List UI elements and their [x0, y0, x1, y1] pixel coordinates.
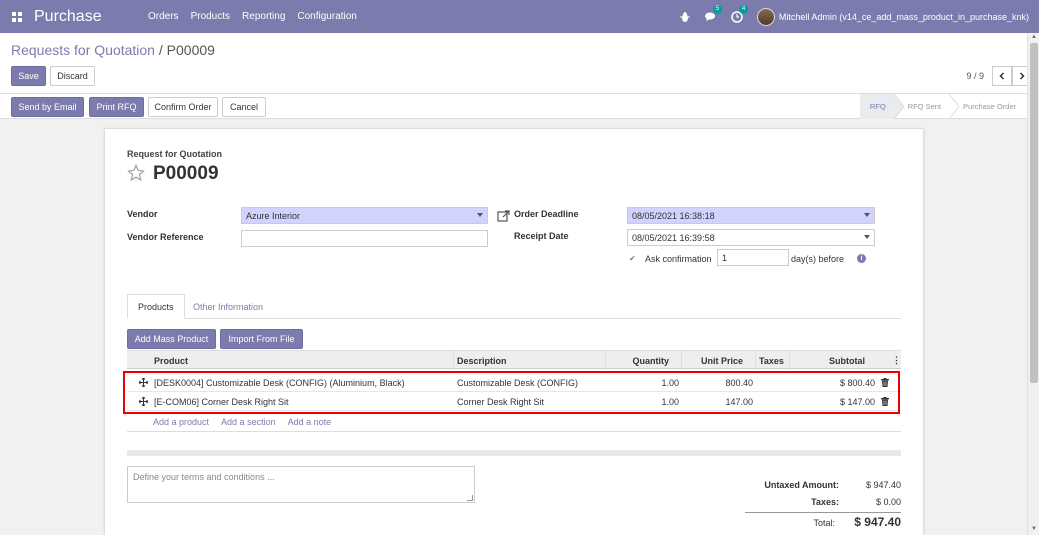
- discard-button[interactable]: Discard: [50, 66, 95, 86]
- user-avatar[interactable]: [756, 7, 775, 26]
- activities-badge: 4: [738, 4, 749, 14]
- messages-badge: 5: [712, 4, 723, 14]
- dropdown-caret-icon: [864, 235, 870, 239]
- add-line-links: Add a product Add a section Add a note: [153, 417, 331, 427]
- app-name[interactable]: Purchase: [34, 8, 142, 26]
- systray: 5 4 Mitchell Admin (v14_ce_add_mass_prod…: [679, 0, 1039, 33]
- ask-confirmation-label: Ask confirmation: [645, 254, 712, 264]
- terms-conditions-textarea[interactable]: Define your terms and conditions ...: [127, 466, 475, 503]
- menu-products[interactable]: Products: [185, 11, 236, 22]
- receipt-date-value: 08/05/2021 16:39:58: [632, 232, 715, 243]
- step-arrow-icon: [949, 94, 960, 119]
- column-divider: [453, 351, 454, 370]
- days-before-label: day(s) before: [791, 254, 845, 264]
- receipt-date-label: Receipt Date: [514, 231, 569, 241]
- page-scrollbar[interactable]: ▲ ▼: [1027, 33, 1039, 535]
- apps-menu-icon[interactable]: [0, 0, 34, 33]
- menu-configuration[interactable]: Configuration: [291, 11, 362, 22]
- pager-previous-button[interactable]: [992, 66, 1012, 86]
- step-arrow-icon: [893, 94, 904, 119]
- send-by-email-button[interactable]: Send by Email: [11, 97, 84, 117]
- taxes-label: Taxes:: [811, 497, 839, 507]
- menu-reporting[interactable]: Reporting: [236, 11, 291, 22]
- column-divider: [755, 351, 756, 370]
- tab-other-information[interactable]: Other Information: [183, 294, 273, 319]
- main-menu: Orders Products Reporting Configuration: [142, 11, 363, 22]
- resize-handle-icon[interactable]: [467, 495, 473, 501]
- scrollbar-thumb[interactable]: [1030, 43, 1038, 383]
- optional-columns-icon[interactable]: ⋮: [892, 351, 901, 370]
- status-steps: RFQ RFQ Sent Purchase Order: [859, 94, 1027, 119]
- favorite-star-icon[interactable]: [127, 164, 145, 182]
- taxes-value: $ 0.00: [875, 497, 901, 507]
- breadcrumb-separator: /: [154, 42, 167, 58]
- untaxed-amount-label: Untaxed Amount:: [764, 480, 839, 490]
- breadcrumb-current: P00009: [166, 42, 215, 58]
- confirm-order-button[interactable]: Confirm Order: [148, 97, 218, 117]
- document-type: Request for Quotation: [127, 149, 222, 159]
- total-value: $ 947.40: [854, 515, 901, 529]
- tab-products[interactable]: Products: [127, 294, 185, 319]
- pager-value: 9 / 9: [966, 71, 984, 81]
- untaxed-amount-value: $ 947.40: [865, 480, 901, 490]
- header-product[interactable]: Product: [154, 351, 188, 370]
- terms-placeholder: Define your terms and conditions ...: [133, 472, 275, 482]
- add-mass-product-button[interactable]: Add Mass Product: [127, 329, 216, 349]
- scroll-down-arrow-icon[interactable]: ▼: [1030, 525, 1038, 533]
- header-subtotal[interactable]: Subtotal: [789, 351, 865, 370]
- header-taxes[interactable]: Taxes: [759, 351, 784, 370]
- add-note-link[interactable]: Add a note: [288, 417, 332, 427]
- vendor-value: Azure Interior: [246, 210, 301, 221]
- print-rfq-button[interactable]: Print RFQ: [89, 97, 144, 117]
- notebook-tabs: Products Other Information: [127, 294, 901, 319]
- control-panel: Requests for Quotation / P00009 Save Dis…: [0, 33, 1039, 94]
- vendor-label: Vendor: [127, 209, 158, 219]
- top-navbar: Purchase Orders Products Reporting Confi…: [0, 0, 1039, 33]
- external-link-icon[interactable]: [497, 209, 511, 223]
- receipt-date-input[interactable]: 08/05/2021 16:39:58: [627, 229, 875, 246]
- ask-confirmation-days-input[interactable]: 1: [717, 249, 789, 266]
- cancel-button[interactable]: Cancel: [222, 97, 266, 117]
- step-purchase-order[interactable]: Purchase Order: [959, 94, 1027, 119]
- totals-divider: [745, 512, 901, 513]
- breadcrumb-parent[interactable]: Requests for Quotation: [11, 42, 155, 58]
- add-product-link[interactable]: Add a product: [153, 417, 209, 427]
- user-menu[interactable]: Mitchell Admin (v14_ce_add_mass_product_…: [779, 12, 1029, 22]
- save-button[interactable]: Save: [11, 66, 46, 86]
- chevron-right-icon: [1019, 72, 1025, 80]
- header-quantity[interactable]: Quantity: [605, 351, 669, 370]
- highlight-annotation-box: [123, 371, 900, 414]
- vendor-select[interactable]: Azure Interior: [241, 207, 488, 224]
- document-name: P00009: [153, 163, 219, 184]
- section-divider: [127, 450, 901, 456]
- order-deadline-value: 08/05/2021 16:38:18: [632, 210, 715, 221]
- debug-bug-icon[interactable]: [679, 11, 691, 23]
- form-sheet: Request for Quotation P00009 Vendor Azur…: [104, 128, 924, 535]
- header-description[interactable]: Description: [457, 351, 507, 370]
- vendor-reference-label: Vendor Reference: [127, 232, 204, 242]
- step-rfq-sent[interactable]: RFQ Sent: [904, 94, 949, 119]
- order-deadline-label: Order Deadline: [514, 209, 579, 219]
- step-rfq: RFQ: [859, 94, 894, 119]
- chevron-left-icon: [999, 72, 1005, 80]
- scroll-up-arrow-icon[interactable]: ▲: [1030, 33, 1038, 41]
- info-icon[interactable]: i: [857, 254, 866, 263]
- ask-confirmation-checkbox[interactable]: ✔: [629, 254, 636, 263]
- vendor-reference-input[interactable]: [241, 230, 488, 247]
- header-unit-price[interactable]: Unit Price: [681, 351, 743, 370]
- total-label: Total:: [813, 518, 835, 528]
- menu-orders[interactable]: Orders: [142, 11, 185, 22]
- table-divider: [127, 431, 901, 432]
- dropdown-caret-icon: [864, 213, 870, 217]
- dropdown-caret-icon: [477, 213, 483, 217]
- order-lines-header: Product Description Quantity Unit Price …: [127, 350, 901, 370]
- import-from-file-button[interactable]: Import From File: [220, 329, 303, 349]
- add-section-link[interactable]: Add a section: [221, 417, 276, 427]
- messages-icon[interactable]: 5: [704, 4, 723, 23]
- breadcrumb: Requests for Quotation / P00009: [11, 42, 215, 58]
- form-statusbar: Send by Email Print RFQ Confirm Order Ca…: [0, 94, 1027, 119]
- order-deadline-input[interactable]: 08/05/2021 16:38:18: [627, 207, 875, 224]
- activities-clock-icon[interactable]: 4: [731, 4, 749, 23]
